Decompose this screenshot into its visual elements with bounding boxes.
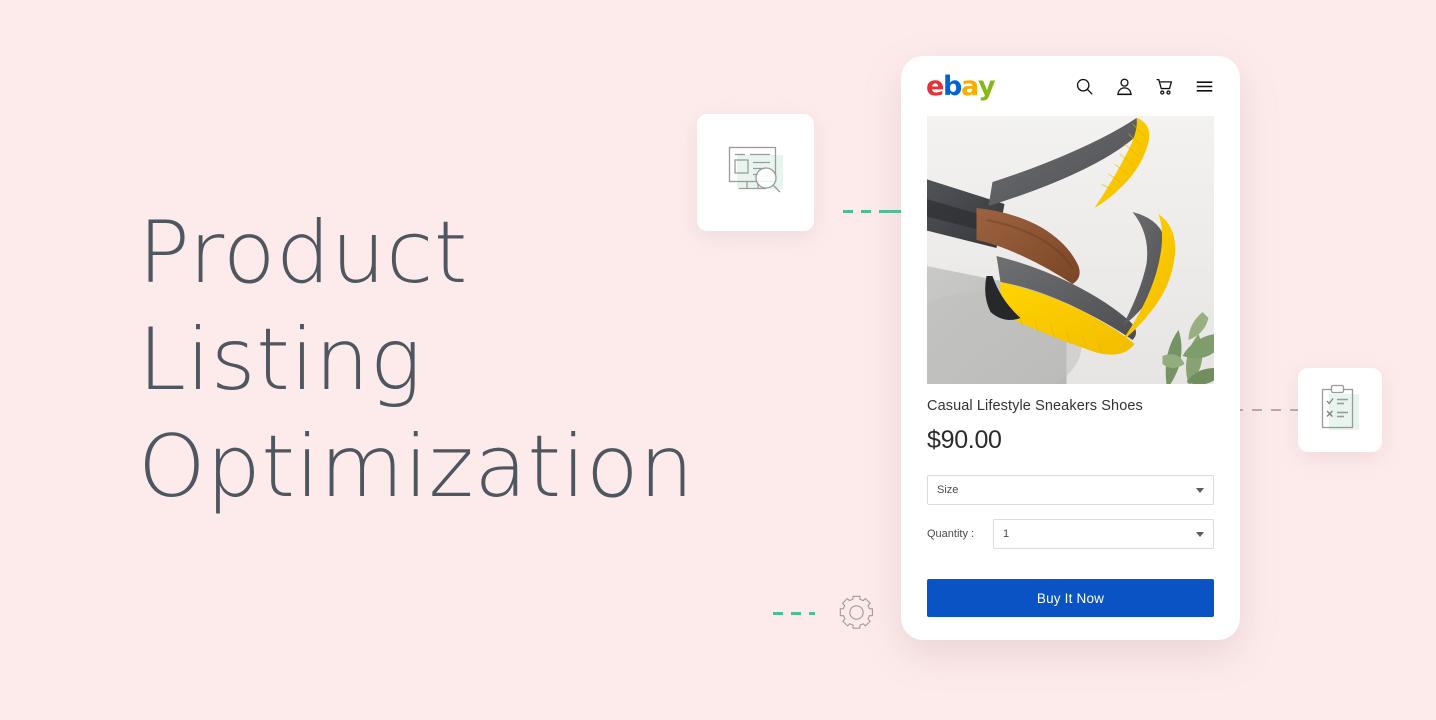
ebay-logo-letter-y: y: [977, 70, 996, 102]
monitor-search-icon: [728, 146, 783, 192]
connector-monitor-to-phone: [843, 210, 889, 213]
page-title-line-3: Optimization: [138, 417, 695, 517]
product-listing-card: e b a y Casual Lifestyle Sneakers Shoes …: [901, 56, 1240, 640]
page-title: Product Listing Optimization: [138, 200, 698, 521]
product-photo-illustration: [927, 116, 1214, 384]
buy-it-now-button[interactable]: Buy It Now: [927, 579, 1214, 617]
cart-icon[interactable]: [1155, 77, 1174, 96]
search-icon[interactable]: [1075, 77, 1094, 96]
monitor-search-card: [697, 114, 814, 231]
product-price: $90.00: [927, 426, 1002, 454]
clipboard-checklist-card: [1298, 368, 1382, 452]
connector-gear: [773, 612, 815, 615]
header-icon-group: [1075, 77, 1214, 96]
ebay-header: e b a y: [901, 56, 1240, 116]
quantity-row: Quantity : 1: [927, 519, 1214, 549]
page-title-line-2: Listing: [138, 310, 422, 410]
quantity-select-value: 1: [1003, 528, 1010, 540]
product-info: Casual Lifestyle Sneakers Shoes $90.00 S…: [901, 384, 1240, 549]
ebay-logo-letter-b: b: [943, 70, 962, 102]
size-select[interactable]: Size: [927, 475, 1214, 505]
product-title: Casual Lifestyle Sneakers Shoes: [927, 398, 1143, 414]
chevron-down-icon: [1196, 531, 1204, 537]
ebay-logo-letter-a: a: [961, 70, 979, 102]
product-image[interactable]: [927, 116, 1214, 384]
page-title-line-1: Product: [138, 203, 469, 303]
account-icon[interactable]: [1115, 77, 1134, 96]
ebay-logo-letter-e: e: [926, 70, 944, 102]
gear-icon: [839, 595, 873, 629]
quantity-label: Quantity :: [927, 528, 975, 540]
size-select-value: Size: [937, 484, 959, 496]
chevron-down-icon: [1196, 487, 1204, 493]
clipboard-checklist-icon: [1321, 384, 1359, 430]
menu-icon[interactable]: [1195, 77, 1214, 96]
ebay-logo[interactable]: e b a y: [926, 70, 996, 102]
quantity-select[interactable]: 1: [993, 519, 1214, 549]
